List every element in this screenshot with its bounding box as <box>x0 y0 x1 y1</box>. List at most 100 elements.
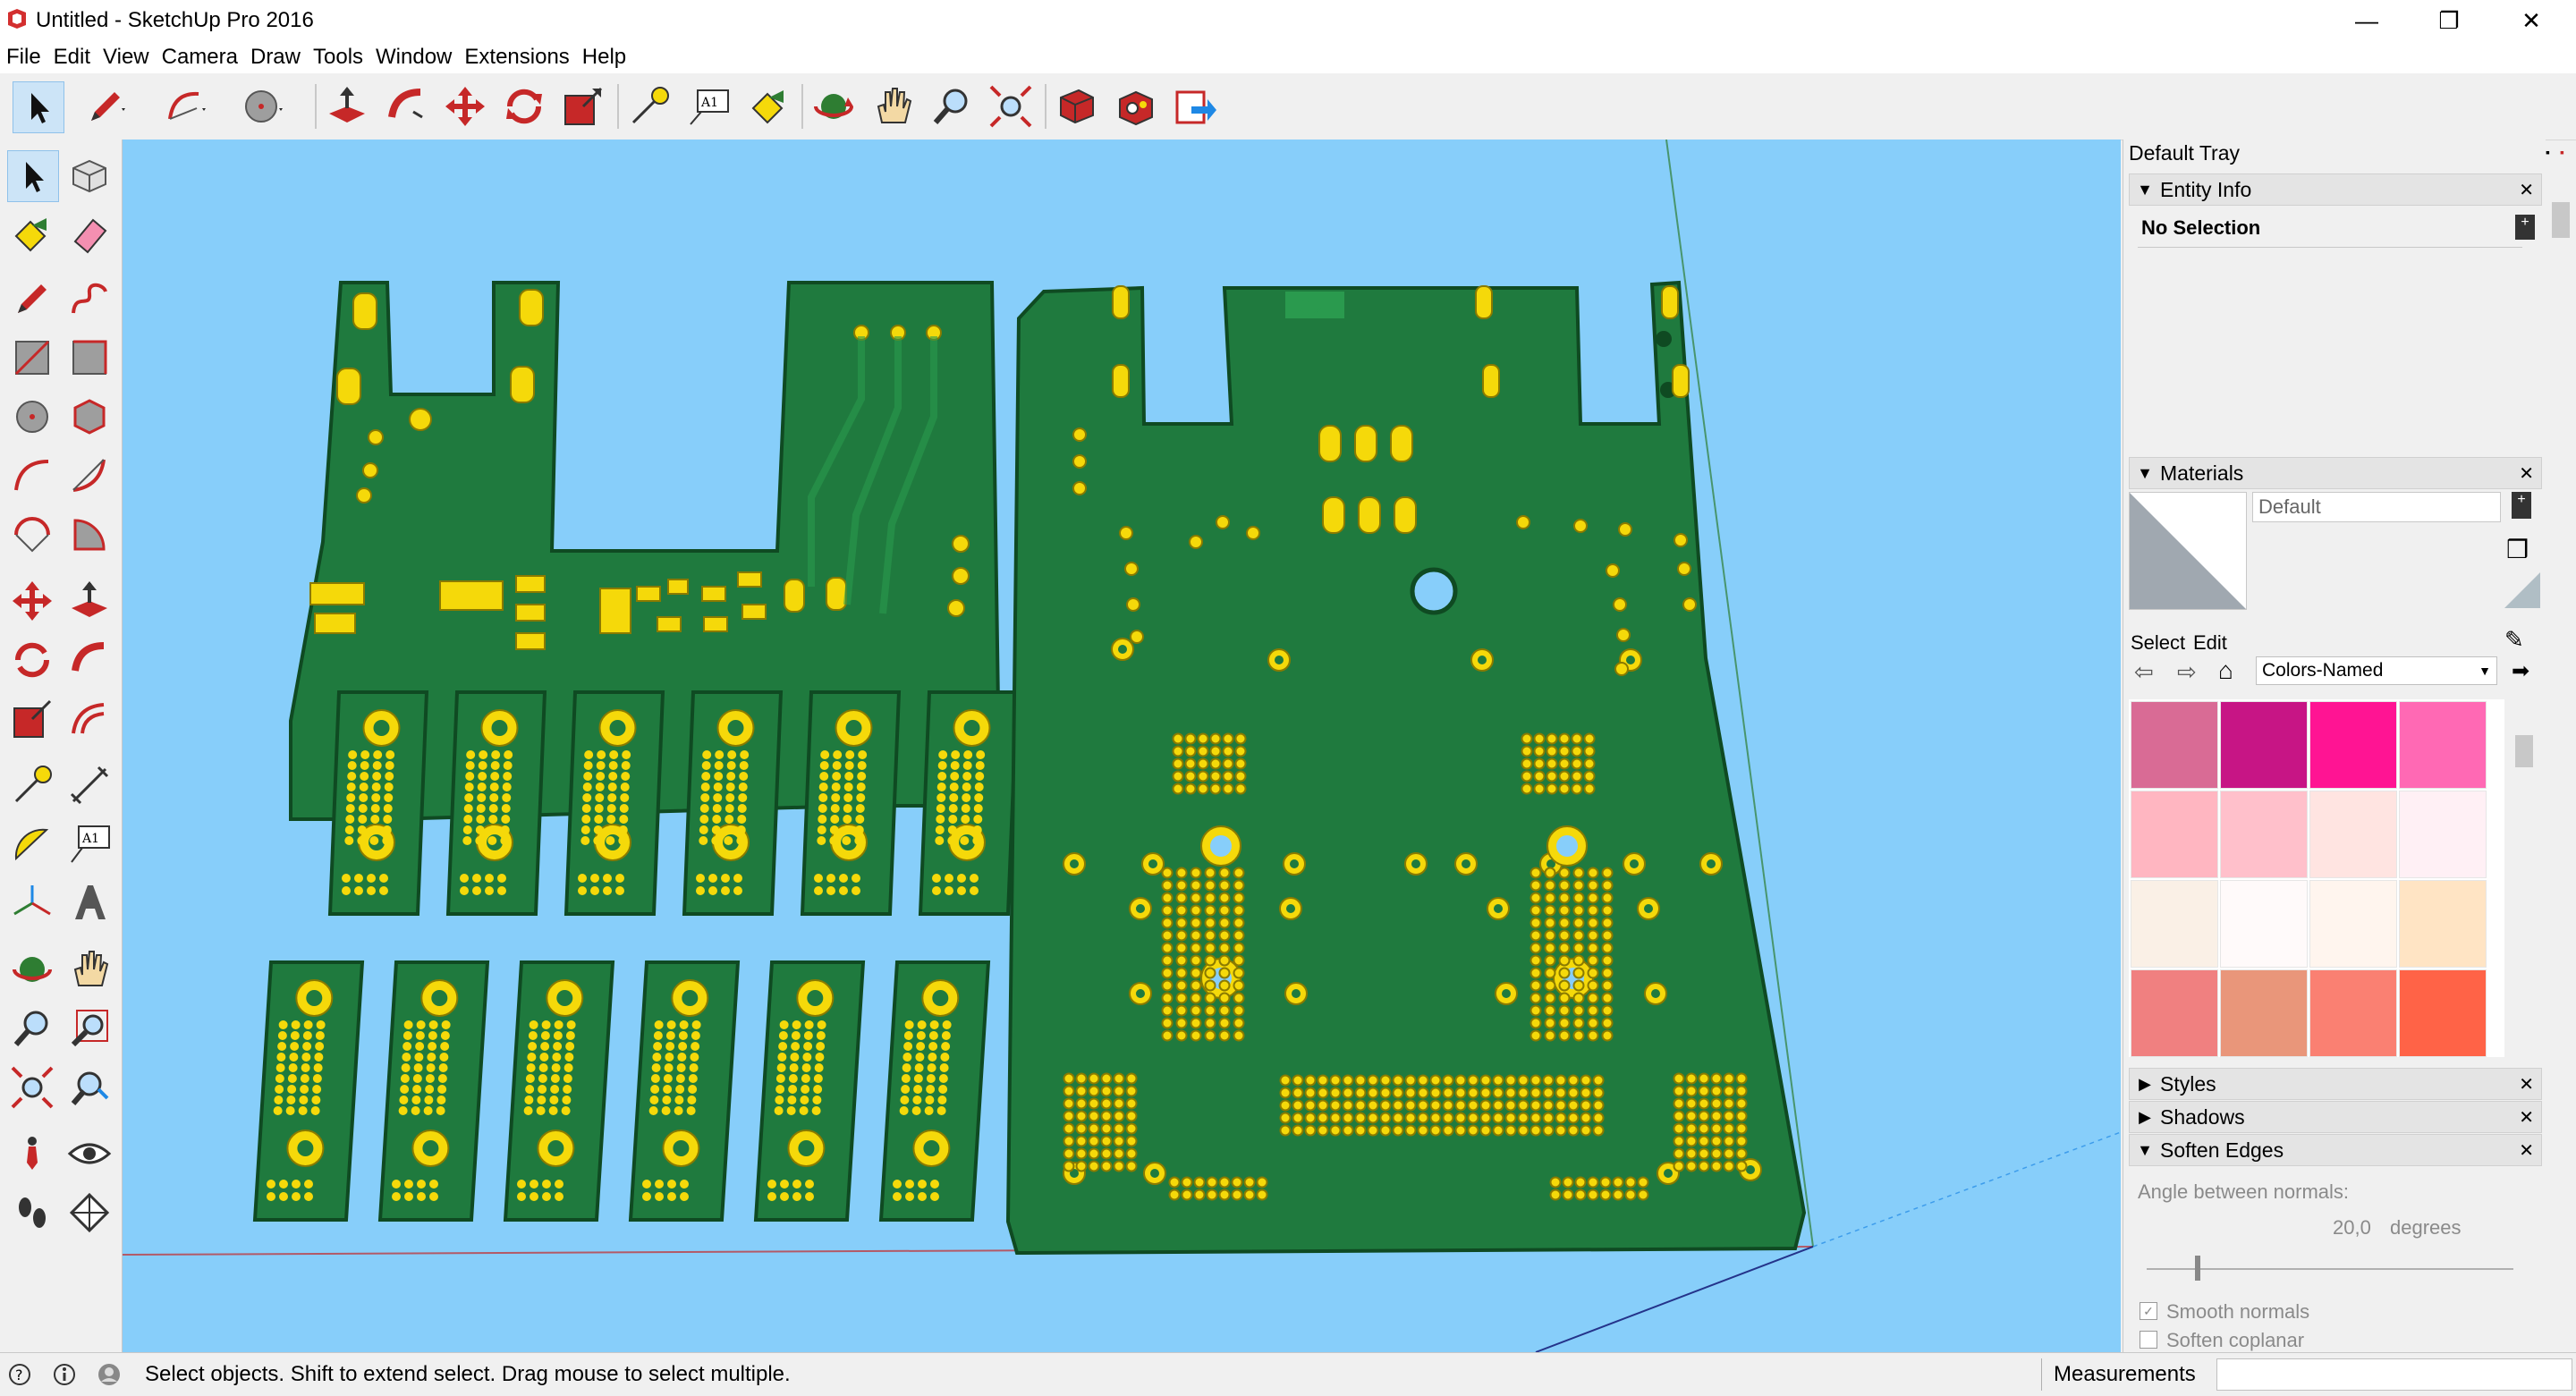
material-swatch[interactable] <box>2399 791 2487 878</box>
menu-extensions[interactable]: Extensions <box>458 45 575 70</box>
lt-orbit-button[interactable] <box>7 944 57 994</box>
lt-eraser-button[interactable] <box>64 209 114 259</box>
lt-protractor-button[interactable] <box>7 819 57 869</box>
lt-position-camera-button[interactable] <box>7 1129 57 1179</box>
tray-pin-icon[interactable]: ▪ <box>2546 145 2550 159</box>
tray-close-icon[interactable]: ▪ <box>2560 145 2564 159</box>
close-button[interactable]: ✕ <box>2490 0 2572 41</box>
styles-header[interactable]: ▶ Styles ✕ <box>2129 1068 2542 1100</box>
smooth-normals-checkbox[interactable]: ✓ <box>2140 1302 2157 1320</box>
menu-tools[interactable]: Tools <box>307 45 369 70</box>
pan-tool-button[interactable] <box>868 81 918 131</box>
material-swatch[interactable] <box>2220 969 2308 1057</box>
lt-paint-bucket-button[interactable] <box>7 209 57 259</box>
lt-zoom-button[interactable] <box>7 1003 57 1053</box>
home-icon[interactable]: ⌂ <box>2218 656 2233 685</box>
details-toggle-icon[interactable]: + <box>2515 215 2535 240</box>
text-tool-button[interactable]: A1 <box>683 81 733 131</box>
menu-file[interactable]: File <box>0 45 47 70</box>
material-swatch[interactable] <box>2399 880 2487 968</box>
menu-help[interactable]: Help <box>576 45 632 70</box>
details-icon[interactable]: + <box>2512 492 2531 519</box>
material-swatch[interactable] <box>2131 701 2218 789</box>
menu-edit[interactable]: Edit <box>47 45 97 70</box>
soften-coplanar-checkbox[interactable] <box>2140 1331 2157 1349</box>
warehouse-button[interactable] <box>1052 81 1102 131</box>
push-pull-tool-button[interactable] <box>322 81 372 131</box>
extension-warehouse-button[interactable] <box>1111 81 1161 131</box>
lt-previous-view-button[interactable] <box>64 1062 114 1113</box>
swatch-scrollbar[interactable] <box>2510 699 2538 1057</box>
material-library-select[interactable]: Colors-Named ▼ <box>2256 656 2497 685</box>
move-tool-button[interactable] <box>440 81 490 131</box>
lt-zoom-window-button[interactable] <box>64 1003 114 1053</box>
paint-bucket-tool-button[interactable] <box>742 81 792 131</box>
close-icon[interactable]: ✕ <box>2519 1106 2534 1129</box>
tape-measure-tool-button[interactable] <box>624 81 674 131</box>
menu-camera[interactable]: Camera <box>156 45 244 70</box>
rotate-tool-button[interactable] <box>499 81 549 131</box>
select-tool-button[interactable] <box>13 81 64 133</box>
shadows-header[interactable]: ▶ Shadows ✕ <box>2129 1101 2542 1133</box>
material-swatch[interactable] <box>2309 880 2397 968</box>
lt-follow-me-button[interactable] <box>64 635 114 685</box>
lt-arc-button[interactable] <box>7 451 57 501</box>
model-viewport[interactable]: 02 <box>123 140 2121 1352</box>
materials-tab-select[interactable]: Select <box>2131 631 2185 655</box>
user-icon[interactable] <box>97 1362 122 1387</box>
eyedropper-icon[interactable]: ✎ <box>2504 626 2524 654</box>
circle-tool-button[interactable] <box>238 81 288 131</box>
material-swatch[interactable] <box>2131 880 2218 968</box>
create-material-icon[interactable]: ❒ <box>2506 535 2529 564</box>
maximize-button[interactable]: ❐ <box>2408 0 2490 41</box>
lt-dimension-button[interactable] <box>64 760 114 810</box>
lt-scale-button[interactable] <box>7 694 57 744</box>
material-swatch[interactable] <box>2399 969 2487 1057</box>
menu-view[interactable]: View <box>97 45 156 70</box>
library-details-icon[interactable]: ➡ <box>2512 658 2529 684</box>
lt-freehand-button[interactable] <box>64 274 114 324</box>
lt-rotate-button[interactable] <box>7 635 57 685</box>
lt-walk-button[interactable] <box>7 1188 57 1238</box>
scale-tool-button[interactable] <box>558 81 608 131</box>
lt-three-point-arc-button[interactable] <box>7 510 57 560</box>
lt-make-component-button[interactable] <box>64 150 114 200</box>
close-icon[interactable]: ✕ <box>2519 1073 2534 1096</box>
tray-scrollbar[interactable] <box>2545 161 2576 1352</box>
lt-rectangle-button[interactable] <box>7 333 57 383</box>
entity-info-header[interactable]: ▼ Entity Info ✕ <box>2129 173 2542 206</box>
zoom-extents-tool-button[interactable] <box>986 81 1036 131</box>
orbit-tool-button[interactable] <box>809 81 859 131</box>
arc-tool-button[interactable] <box>161 81 211 131</box>
material-swatch[interactable] <box>2309 969 2397 1057</box>
lt-push-pull-button[interactable] <box>64 576 114 626</box>
info-icon[interactable] <box>52 1362 77 1387</box>
lt-pie-button[interactable] <box>64 510 114 560</box>
material-swatch[interactable] <box>2309 791 2397 878</box>
material-swatch[interactable] <box>2220 701 2308 789</box>
angle-slider-handle[interactable] <box>2195 1256 2200 1281</box>
lt-3d-text-button[interactable] <box>64 878 114 928</box>
geolocation-icon[interactable]: ? <box>7 1362 32 1387</box>
material-swatch[interactable] <box>2309 701 2397 789</box>
lt-rotated-rectangle-button[interactable] <box>64 333 114 383</box>
lt-tape-measure-button[interactable] <box>7 760 57 810</box>
soften-edges-header[interactable]: ▼ Soften Edges ✕ <box>2129 1134 2542 1166</box>
material-swatch[interactable] <box>2220 791 2308 878</box>
lt-text-button[interactable]: A1 <box>64 819 114 869</box>
lt-zoom-extents-button[interactable] <box>7 1062 57 1113</box>
close-icon[interactable]: ✕ <box>2519 1139 2534 1162</box>
materials-header[interactable]: ▼ Materials ✕ <box>2129 457 2542 489</box>
lt-two-point-arc-button[interactable] <box>64 451 114 501</box>
lt-offset-button[interactable] <box>64 694 114 744</box>
back-arrow-icon[interactable]: ⇦ <box>2134 658 2154 686</box>
lt-look-around-button[interactable] <box>64 1129 114 1179</box>
close-icon[interactable]: ✕ <box>2519 179 2534 201</box>
zoom-tool-button[interactable] <box>927 81 977 131</box>
lt-line-button[interactable] <box>7 274 57 324</box>
follow-me-tool-button[interactable] <box>381 81 431 131</box>
menu-window[interactable]: Window <box>369 45 458 70</box>
material-swatch[interactable] <box>2399 701 2487 789</box>
lt-select-button[interactable] <box>7 150 59 202</box>
minimize-button[interactable]: — <box>2326 0 2408 41</box>
